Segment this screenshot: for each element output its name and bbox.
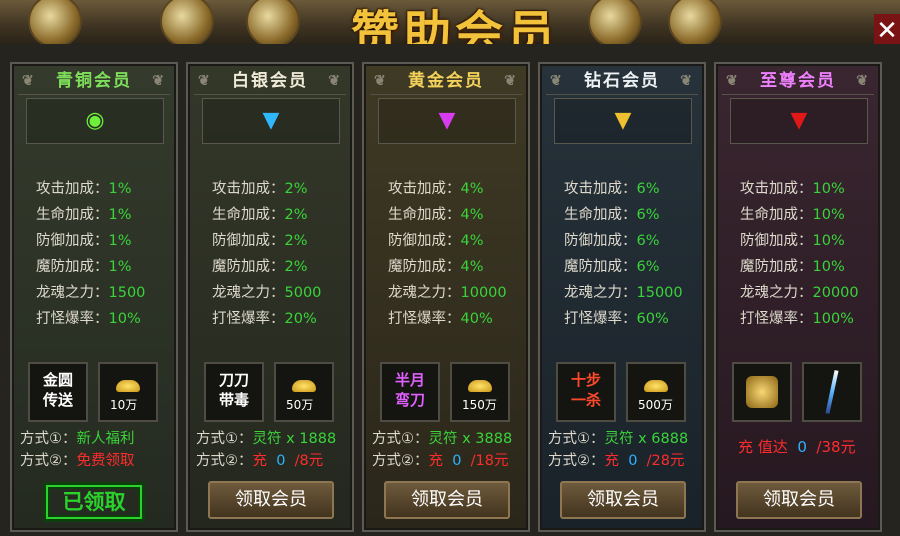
close-icon[interactable]: ✕ xyxy=(874,14,900,44)
menu-fan-icon[interactable] xyxy=(28,0,82,44)
claimed-badge: 已领取 xyxy=(46,485,142,519)
red-v-gem-icon: ▼ xyxy=(790,108,808,133)
blue-v-gem-icon: ▼ xyxy=(262,108,280,133)
gem-slot: ◉ xyxy=(26,98,164,144)
gem-slot: ▼ xyxy=(554,98,692,144)
gem-slot: ▼ xyxy=(730,98,868,144)
tier-title: 青铜会员 xyxy=(18,68,170,95)
tier-card-diamond: 钻石会员 ▼ 攻击加成：6% 生命加成：6% 防御加成：6% 魔防加成：6% 龙… xyxy=(538,62,706,532)
red-orb-icon[interactable] xyxy=(588,0,642,44)
gold-amount: 500万 xyxy=(638,398,673,412)
skill-item-slot[interactable]: 金圆 传送 xyxy=(28,362,88,422)
skill-name: 十步 一杀 xyxy=(570,371,601,409)
skill-item-slot[interactable]: 半月 弯刀 xyxy=(380,362,440,422)
page-title: 赞助会员 xyxy=(350,6,559,44)
gold-item-slot[interactable]: 500万 xyxy=(626,362,686,422)
purple-v-gem-icon: ▼ xyxy=(438,108,456,133)
skill-name: 刀刀 带毒 xyxy=(218,371,249,409)
claim-membership-button[interactable]: 领取会员 xyxy=(384,481,510,519)
claim-membership-button[interactable]: 领取会员 xyxy=(208,481,334,519)
skill-item-slot[interactable]: 刀刀 带毒 xyxy=(204,362,264,422)
acquire-methods: 方式①：灵符 x 1888 方式②：充 0 /8元 xyxy=(196,431,337,469)
tier-title: 白银会员 xyxy=(194,68,346,95)
skill-name: 金圆 传送 xyxy=(42,371,73,409)
recharge-requirement: 充 值达 0 /38元 xyxy=(738,438,856,456)
gold-item-slot[interactable]: 50万 xyxy=(274,362,334,422)
tier-title: 黄金会员 xyxy=(370,68,522,95)
top-banner: 赞助会员 ✕ xyxy=(0,0,900,44)
gold-ingot-icon xyxy=(116,380,140,392)
tier-card-gold: 黄金会员 ▼ 攻击加成：4% 生命加成：4% 防御加成：4% 魔防加成：4% 龙… xyxy=(362,62,530,532)
stat-list: 攻击加成：2% 生命加成：2% 防御加成：2% 魔防加成：2% 龙魂之力：500… xyxy=(212,181,322,327)
tier-title: 至尊会员 xyxy=(722,68,874,95)
gold-v-gem-icon: ▼ xyxy=(614,108,632,133)
tier-card-supreme: 至尊会员 ▼ 攻击加成：10% 生命加成：10% 防御加成：10% 魔防加成：1… xyxy=(714,62,882,532)
gem-slot: ▼ xyxy=(202,98,340,144)
skill-name: 半月 弯刀 xyxy=(394,371,425,409)
gold-scroll-icon xyxy=(746,376,778,408)
tier-card-bronze: 青铜会员 ◉ 攻击加成：1% 生命加成：1% 防御加成：1% 魔防加成：1% 龙… xyxy=(10,62,178,532)
stat-list: 攻击加成：10% 生命加成：10% 防御加成：10% 魔防加成：10% 龙魂之力… xyxy=(740,181,859,327)
stat-list: 攻击加成：4% 生命加成：4% 防御加成：4% 魔防加成：4% 龙魂之力：100… xyxy=(388,181,507,327)
claim-membership-button[interactable]: 领取会员 xyxy=(560,481,686,519)
sword-icon xyxy=(825,370,839,414)
gold-item-slot[interactable]: 10万 xyxy=(98,362,158,422)
stat-list: 攻击加成：1% 生命加成：1% 防御加成：1% 魔防加成：1% 龙魂之力：150… xyxy=(36,181,146,327)
gold-amount: 10万 xyxy=(110,398,138,412)
scroll-item-slot[interactable] xyxy=(732,362,792,422)
gold-ingot-icon xyxy=(644,380,668,392)
gold-ingot-icon xyxy=(292,380,316,392)
skill-item-slot[interactable]: 十步 一杀 xyxy=(556,362,616,422)
stat-list: 攻击加成：6% 生命加成：6% 防御加成：6% 魔防加成：6% 龙魂之力：150… xyxy=(564,181,683,327)
gold-item-slot[interactable]: 150万 xyxy=(450,362,510,422)
acquire-methods: 方式①：新人福利 方式②：免费领取 xyxy=(20,431,135,469)
acquire-methods: 方式①：灵符 x 3888 方式②：充 0 /18元 xyxy=(372,431,513,469)
tier-card-silver: 白银会员 ▼ 攻击加成：2% 生命加成：2% 防御加成：2% 魔防加成：2% 龙… xyxy=(186,62,354,532)
gold-amount: 50万 xyxy=(286,398,314,412)
gold-coins-icon[interactable] xyxy=(246,0,300,44)
gold-ingot-icon xyxy=(468,380,492,392)
weapon-item-slot[interactable] xyxy=(802,362,862,422)
gold-amount: 150万 xyxy=(462,398,497,412)
acquire-methods: 方式①：灵符 x 6888 方式②：充 0 /28元 xyxy=(548,431,689,469)
claim-membership-button[interactable]: 领取会员 xyxy=(736,481,862,519)
green-swirl-gem-icon: ◉ xyxy=(85,108,105,133)
shop-bag-icon[interactable] xyxy=(160,0,214,44)
gem-slot: ▼ xyxy=(378,98,516,144)
treasure-chest-icon[interactable] xyxy=(668,0,722,44)
tier-title: 钻石会员 xyxy=(546,68,698,95)
